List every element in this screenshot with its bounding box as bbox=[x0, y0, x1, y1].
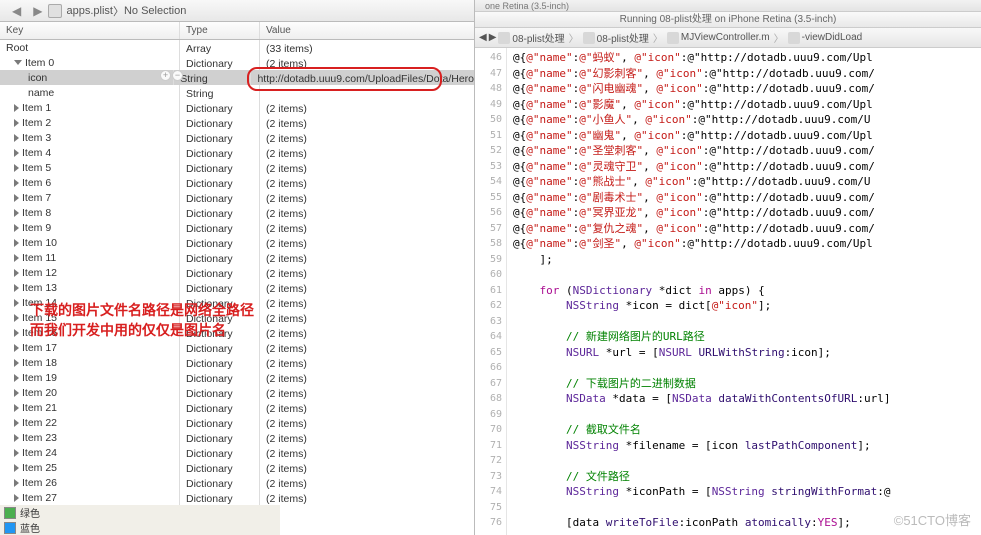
jump-bar-item[interactable]: MJViewController.m bbox=[681, 32, 770, 43]
plist-row[interactable]: Item 9Dictionary(2 items) bbox=[0, 220, 474, 235]
code-editor[interactable]: @{@"name":@"蚂蚁", @"icon":@"http://dotadb… bbox=[507, 48, 981, 535]
plist-row[interactable]: Item 27Dictionary(2 items) bbox=[0, 490, 474, 505]
jump-bar-item[interactable]: 08-plist处理 bbox=[512, 30, 564, 45]
plist-row[interactable]: Item 12Dictionary(2 items) bbox=[0, 265, 474, 280]
icon-url-value[interactable]: http://dotadb.uuu9.com/UploadFiles/Dota/… bbox=[251, 70, 474, 85]
add-icon: + bbox=[160, 70, 171, 81]
disclosure-right-icon[interactable] bbox=[14, 419, 19, 427]
disclosure-right-icon[interactable] bbox=[14, 224, 19, 232]
plist-row[interactable]: Item 6Dictionary(2 items) bbox=[0, 175, 474, 190]
tab-bar[interactable]: one Retina (3.5-inch) bbox=[475, 0, 981, 12]
disclosure-right-icon[interactable] bbox=[14, 329, 19, 337]
row-add-remove[interactable]: +− bbox=[160, 70, 183, 81]
disclosure-right-icon[interactable] bbox=[14, 119, 19, 127]
disclosure-right-icon[interactable] bbox=[14, 494, 19, 502]
disclosure-right-icon[interactable] bbox=[14, 269, 19, 277]
disclosure-right-icon[interactable] bbox=[14, 194, 19, 202]
nav-fwd-icon[interactable]: ▶ bbox=[27, 4, 48, 18]
plist-row[interactable]: Item 1Dictionary(2 items) bbox=[0, 100, 474, 115]
file-icon bbox=[48, 4, 62, 18]
plist-row[interactable]: Item 3Dictionary(2 items) bbox=[0, 130, 474, 145]
plist-row-root[interactable]: Root Array (33 items) bbox=[0, 40, 474, 55]
plist-row[interactable]: Item 25Dictionary(2 items) bbox=[0, 460, 474, 475]
plist-row[interactable]: Item 24Dictionary(2 items) bbox=[0, 445, 474, 460]
disclosure-right-icon[interactable] bbox=[14, 479, 19, 487]
swatch-list: 绿色 蓝色 bbox=[0, 505, 280, 535]
disclosure-right-icon[interactable] bbox=[14, 449, 19, 457]
disclosure-down-icon[interactable] bbox=[14, 60, 22, 65]
plist-row[interactable]: Item 10Dictionary(2 items) bbox=[0, 235, 474, 250]
swatch-green[interactable]: 绿色 bbox=[0, 505, 280, 520]
method-icon bbox=[788, 32, 800, 44]
plist-row[interactable]: Item 17Dictionary(2 items) bbox=[0, 340, 474, 355]
breadcrumb-sep: 〉 bbox=[113, 3, 124, 19]
swatch-blue-icon bbox=[4, 522, 16, 534]
disclosure-right-icon[interactable] bbox=[14, 374, 19, 382]
jump-bar-item[interactable]: -viewDidLoad bbox=[802, 32, 863, 43]
disclosure-right-icon[interactable] bbox=[14, 254, 19, 262]
breadcrumb-bar: ◀ ▶ apps.plist 〉 No Selection bbox=[0, 0, 474, 22]
disclosure-right-icon[interactable] bbox=[14, 284, 19, 292]
swatch-green-icon bbox=[4, 507, 16, 519]
annotation-text: 下载的图片文件名路径是网络全路径 而我们开发中用的仅仅是图片名 bbox=[30, 300, 254, 340]
plist-table[interactable]: Root Array (33 items) Item 0 Dictionary … bbox=[0, 40, 474, 535]
jump-back-icon[interactable]: ◀ bbox=[479, 32, 487, 43]
plist-row[interactable]: Item 20Dictionary(2 items) bbox=[0, 385, 474, 400]
plist-row-icon[interactable]: icon +− String http://dotadb.uuu9.com/Up… bbox=[0, 70, 474, 85]
breadcrumb-selection[interactable]: No Selection bbox=[124, 5, 186, 17]
disclosure-right-icon[interactable] bbox=[14, 434, 19, 442]
jump-bar[interactable]: ◀ ▶ 08-plist处理 〉 08-plist处理 〉 MJViewCont… bbox=[475, 28, 981, 48]
plist-row[interactable]: Item 23Dictionary(2 items) bbox=[0, 430, 474, 445]
status-bar: Running 08-plist处理 on iPhone Retina (3.5… bbox=[475, 12, 981, 28]
plist-row[interactable]: Item 4Dictionary(2 items) bbox=[0, 145, 474, 160]
col-header-key[interactable]: Key bbox=[0, 22, 180, 39]
disclosure-right-icon[interactable] bbox=[14, 164, 19, 172]
plist-row[interactable]: Item 22Dictionary(2 items) bbox=[0, 415, 474, 430]
plist-row[interactable]: Item 2Dictionary(2 items) bbox=[0, 115, 474, 130]
disclosure-right-icon[interactable] bbox=[14, 344, 19, 352]
disclosure-right-icon[interactable] bbox=[14, 359, 19, 367]
disclosure-right-icon[interactable] bbox=[14, 104, 19, 112]
col-header-value[interactable]: Value bbox=[260, 22, 474, 39]
disclosure-right-icon[interactable] bbox=[14, 149, 19, 157]
disclosure-right-icon[interactable] bbox=[14, 239, 19, 247]
jump-fwd-icon[interactable]: ▶ bbox=[489, 32, 497, 43]
project-icon bbox=[498, 32, 510, 44]
line-number-gutter: 46 47 48 49 50 51 52 53 54 55 56 57 58 5… bbox=[475, 48, 507, 535]
breadcrumb-file[interactable]: apps.plist bbox=[66, 5, 112, 17]
plist-row[interactable]: Item 18Dictionary(2 items) bbox=[0, 355, 474, 370]
plist-row[interactable]: Item 19Dictionary(2 items) bbox=[0, 370, 474, 385]
swatch-blue[interactable]: 蓝色 bbox=[0, 520, 280, 535]
disclosure-right-icon[interactable] bbox=[14, 134, 19, 142]
jump-bar-item[interactable]: 08-plist处理 bbox=[597, 30, 649, 45]
disclosure-right-icon[interactable] bbox=[14, 179, 19, 187]
watermark: ©51CTO博客 bbox=[894, 510, 971, 529]
plist-row[interactable]: Item 8Dictionary(2 items) bbox=[0, 205, 474, 220]
remove-icon: − bbox=[172, 70, 183, 81]
plist-row[interactable]: Item 5Dictionary(2 items) bbox=[0, 160, 474, 175]
plist-row[interactable]: Item 21Dictionary(2 items) bbox=[0, 400, 474, 415]
plist-row[interactable]: Item 11Dictionary(2 items) bbox=[0, 250, 474, 265]
plist-row-name[interactable]: name String bbox=[0, 85, 474, 100]
disclosure-right-icon[interactable] bbox=[14, 464, 19, 472]
plist-column-header: Key Type Value bbox=[0, 22, 474, 40]
nav-back-icon[interactable]: ◀ bbox=[6, 4, 27, 18]
plist-row[interactable]: Item 26Dictionary(2 items) bbox=[0, 475, 474, 490]
disclosure-right-icon[interactable] bbox=[14, 314, 19, 322]
plist-row[interactable]: Item 7Dictionary(2 items) bbox=[0, 190, 474, 205]
file-m-icon bbox=[667, 32, 679, 44]
disclosure-right-icon[interactable] bbox=[14, 389, 19, 397]
plist-row-item0[interactable]: Item 0 Dictionary (2 items) bbox=[0, 55, 474, 70]
disclosure-right-icon[interactable] bbox=[14, 209, 19, 217]
plist-row[interactable]: Item 13Dictionary(2 items) bbox=[0, 280, 474, 295]
folder-icon bbox=[583, 32, 595, 44]
disclosure-right-icon[interactable] bbox=[14, 404, 19, 412]
disclosure-right-icon[interactable] bbox=[14, 299, 19, 307]
col-header-type[interactable]: Type bbox=[180, 22, 260, 39]
